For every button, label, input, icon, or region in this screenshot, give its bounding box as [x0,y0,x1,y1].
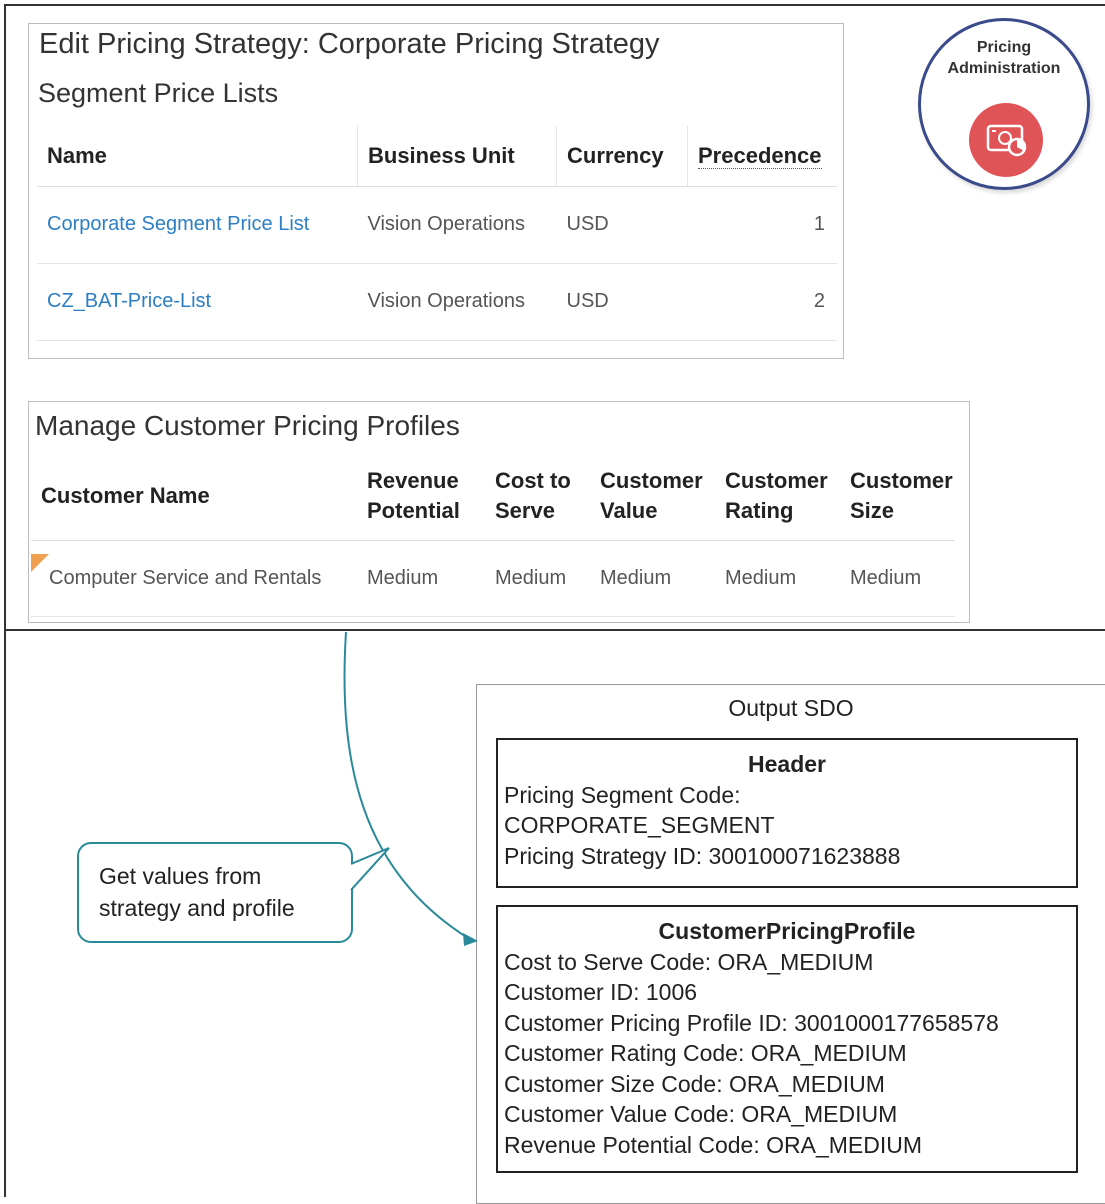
callout-text: Get values from strategy and profile [99,860,295,924]
callout-pointer-overlay [350,847,390,891]
callout-line2: strategy and profile [99,895,295,921]
callout-line1: Get values from [99,863,262,889]
